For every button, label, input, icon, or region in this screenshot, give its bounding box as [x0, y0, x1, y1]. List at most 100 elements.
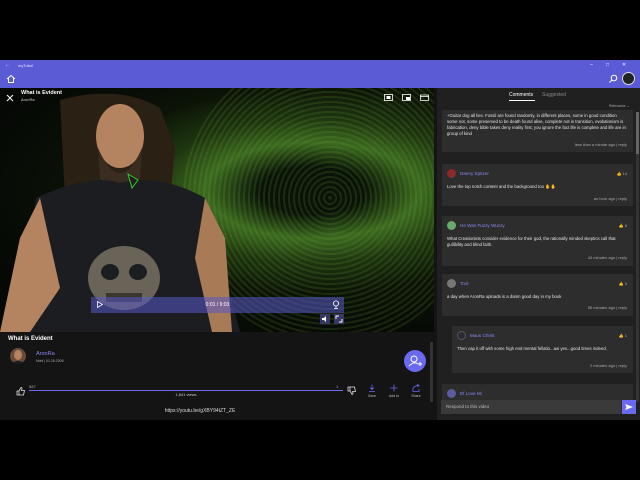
reply-card: Maus Christ 👍 1 Then cap it off with som…	[452, 326, 633, 373]
share-button[interactable]: Share	[408, 384, 424, 398]
video-player[interactable]: What is Evident AronRa	[0, 88, 434, 332]
add-to-button[interactable]: Add to	[386, 384, 402, 398]
commenter-avatar[interactable]	[447, 279, 456, 288]
download-icon	[369, 384, 375, 392]
comments-scrollbar[interactable]	[636, 112, 639, 402]
reply-link[interactable]: reply	[618, 305, 627, 310]
video-title: What is Evident	[8, 336, 53, 342]
user-avatar[interactable]	[622, 72, 635, 85]
comment-time: 2 minutes ago	[589, 363, 616, 368]
comment-time: less than a minute ago	[574, 142, 616, 147]
share-label: Share	[411, 394, 421, 398]
channel-avatar-image	[10, 350, 26, 364]
fullscreen-icon[interactable]	[334, 314, 344, 324]
commenter-avatar[interactable]	[447, 221, 456, 230]
commenter-name[interactable]: Tool	[460, 281, 468, 286]
playback-controls: 0:01 / 9:03	[91, 297, 344, 313]
video-channel-overlay: AronRa	[21, 97, 35, 102]
comment-likes: 👍 1	[618, 333, 627, 338]
comment-card: +Guitar dog all lies. Fossil are found r…	[442, 110, 633, 152]
reply-link[interactable]: reply	[618, 142, 627, 147]
channel-avatar[interactable]	[10, 348, 26, 364]
commenter-name[interactable]: He Was Fuzzy Wuzzy	[460, 223, 505, 228]
save-button[interactable]: Save	[364, 384, 380, 398]
video-frame-presenter	[0, 93, 240, 332]
channel-name[interactable]: AronRa	[36, 351, 55, 357]
view-count: 1,841 views	[175, 392, 197, 397]
cast-icon[interactable]	[384, 94, 393, 101]
title-bar: ← myTube! – □ ✕	[0, 60, 640, 70]
commenter-name[interactable]: Danny Spitzer	[460, 171, 489, 176]
comment-text: +Guitar dog all lies. Fossil are found r…	[447, 113, 626, 136]
commenter-name[interactable]: Maus Christ	[470, 333, 495, 338]
picture-in-picture-icon[interactable]	[402, 94, 411, 101]
commenter-avatar[interactable]	[447, 169, 456, 178]
sort-dropdown[interactable]: Relevance ⌄	[609, 104, 629, 108]
reply-link[interactable]: reply	[618, 363, 627, 368]
comment-text: What Creationists consider evidence for …	[447, 236, 616, 247]
panel-tabs: Comments Suggested	[437, 88, 640, 102]
comment-time: 43 minutes ago	[587, 255, 616, 260]
window-title: myTube!	[18, 63, 34, 68]
send-button[interactable]	[622, 400, 636, 414]
comment-meta: less than a minute ago | reply	[574, 142, 627, 147]
app-toolbar	[0, 70, 640, 88]
commenter-name[interactable]: Ef Love Mi	[460, 391, 482, 396]
close-window-icon[interactable]: ✕	[622, 62, 626, 68]
like-count: 587	[29, 384, 36, 389]
commenter-avatar[interactable]	[457, 331, 466, 340]
reply-placeholder: Respond to this video	[446, 404, 490, 409]
comment-meta: 2 minutes ago | reply	[589, 363, 627, 368]
home-icon[interactable]	[6, 74, 16, 84]
close-video-icon[interactable]	[6, 94, 14, 102]
comment-meta: 56 minutes ago | reply	[587, 305, 627, 310]
comment-text: Love the top notch content and the backg…	[447, 184, 556, 189]
share-url[interactable]: https://youtu.be/gXBY94tZT_ZE	[0, 408, 400, 414]
comment-card: Tool 👍 3 a day when AronRa uploads is a …	[442, 274, 633, 316]
search-icon[interactable]	[608, 74, 618, 84]
comment-time: 56 minutes ago	[587, 305, 616, 310]
tab-suggested[interactable]: Suggested	[542, 92, 566, 98]
comment-text: Then cap it off with some high end menta…	[457, 346, 607, 351]
minimize-icon[interactable]: –	[590, 62, 593, 68]
add-to-label: Add to	[388, 394, 400, 398]
comment-text: a day when AronRa uploads is a damn good…	[447, 294, 562, 299]
comment-card: He Was Fuzzy Wuzzy 👍 8 What Creationists…	[442, 216, 633, 266]
comment-card: Danny Spitzer 👍 14 Love the top notch co…	[442, 164, 633, 206]
save-label: Save	[368, 394, 376, 398]
back-arrow-icon[interactable]: ←	[5, 62, 10, 68]
app-window: ← myTube! – □ ✕ What is Evident AronRa 0…	[0, 60, 640, 420]
comment-like-count: 1	[624, 333, 627, 338]
reply-link[interactable]: reply	[618, 255, 627, 260]
location-pin-icon[interactable]	[332, 300, 340, 309]
reply-link[interactable]: reply	[618, 196, 627, 201]
dislike-count: 1	[336, 384, 339, 389]
commenter-avatar[interactable]	[447, 389, 456, 398]
rating-bar	[29, 390, 343, 391]
comments-panel: Comments Suggested Relevance ⌄ +Guitar d…	[437, 88, 640, 420]
comment-likes: 👍 3	[618, 281, 627, 286]
comment-like-count: 14	[622, 171, 627, 176]
comment-likes: 👍 8	[618, 223, 627, 228]
video-info: What is Evident AronRa Ndnl | 01.26.2006…	[0, 332, 434, 420]
comment-time: an hour ago	[593, 196, 616, 201]
sort-label: Relevance	[609, 104, 626, 108]
maximize-icon[interactable]: □	[606, 62, 609, 68]
comment-meta: 43 minutes ago | reply	[587, 255, 627, 260]
open-external-icon[interactable]	[420, 94, 429, 101]
channel-meta: Ndnl | 01.26.2006	[36, 359, 64, 363]
mute-icon[interactable]	[320, 314, 330, 324]
plus-icon	[390, 384, 398, 392]
comment-likes: 👍 14	[616, 171, 627, 176]
thumbs-down-icon[interactable]	[347, 386, 357, 396]
video-title-overlay: What is Evident	[21, 90, 62, 96]
tab-comments[interactable]: Comments	[509, 92, 533, 98]
reply-input[interactable]: Respond to this video	[441, 400, 621, 414]
info-scrollbar[interactable]	[430, 342, 433, 402]
subscribe-button[interactable]	[404, 350, 426, 372]
comment-like-count: 8	[624, 223, 627, 228]
active-tab-indicator	[509, 100, 535, 101]
comment-meta: an hour ago | reply	[593, 196, 627, 201]
share-icon	[412, 384, 420, 392]
scrollbar-thumb[interactable]	[636, 112, 639, 154]
